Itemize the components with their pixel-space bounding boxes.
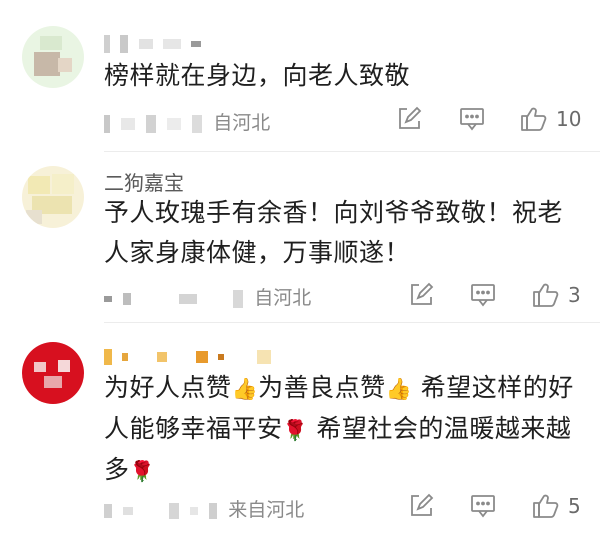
comment-actions: 10	[392, 104, 592, 134]
avatar[interactable]	[22, 342, 84, 404]
comment-actions: 3	[392, 280, 592, 310]
comment-meta: 自河北	[104, 108, 270, 135]
comment-text-part: 为好人点赞	[104, 373, 232, 402]
comment-icon	[460, 108, 484, 131]
comment-location: 自河北	[213, 112, 271, 134]
like-button[interactable]: 10	[520, 104, 581, 134]
rose-emoji-icon: 🌹	[282, 418, 308, 442]
thumbs-up-icon	[533, 494, 559, 518]
comment-location: 来自河北	[228, 499, 305, 521]
comment-icon	[471, 495, 495, 518]
edit-icon	[399, 106, 422, 129]
reply-button[interactable]	[470, 491, 496, 521]
comment-location: 自河北	[254, 287, 312, 309]
edit-button[interactable]	[396, 104, 422, 134]
edit-button[interactable]	[408, 491, 434, 521]
username[interactable]	[104, 30, 205, 54]
comment-actions: 5	[392, 491, 592, 521]
edit-icon	[411, 282, 434, 305]
username[interactable]	[104, 343, 275, 367]
edit-icon	[411, 493, 434, 516]
comment-text-part: 为善良点赞	[258, 373, 386, 402]
reply-button[interactable]	[459, 104, 485, 134]
reply-button[interactable]	[470, 280, 496, 310]
avatar[interactable]	[22, 166, 84, 228]
comment-meta: 自河北	[104, 283, 311, 310]
comment-text: 予人玫瑰手有余香！向刘爷爷致敬！祝老人家身康体健，万事顺遂！	[104, 198, 564, 267]
divider	[104, 151, 600, 152]
rose-emoji-icon: 🌹	[129, 459, 155, 483]
edit-button[interactable]	[408, 280, 434, 310]
thumbs-up-icon	[533, 283, 559, 307]
like-count: 3	[568, 283, 581, 307]
comment-icon	[471, 284, 495, 307]
divider	[104, 322, 600, 323]
username[interactable]: 二狗嘉宝	[104, 167, 184, 196]
thumbs-up-icon	[521, 107, 547, 131]
like-button[interactable]: 5	[532, 491, 581, 521]
comment-meta: 来自河北	[104, 495, 304, 522]
thumbs-up-emoji-icon: 👍	[385, 377, 413, 401]
comment-text: 为好人点赞👍为善良点赞👍 希望这样的好人能够幸福平安🌹 希望社会的温暖越来越多🌹	[104, 368, 584, 491]
like-count: 5	[568, 494, 581, 518]
like-count: 10	[556, 107, 582, 131]
comment-text: 榜样就在身边，向老人致敬	[104, 61, 411, 90]
thumbs-up-emoji-icon: 👍	[231, 377, 259, 401]
like-button[interactable]: 3	[532, 280, 581, 310]
avatar[interactable]	[22, 26, 84, 88]
